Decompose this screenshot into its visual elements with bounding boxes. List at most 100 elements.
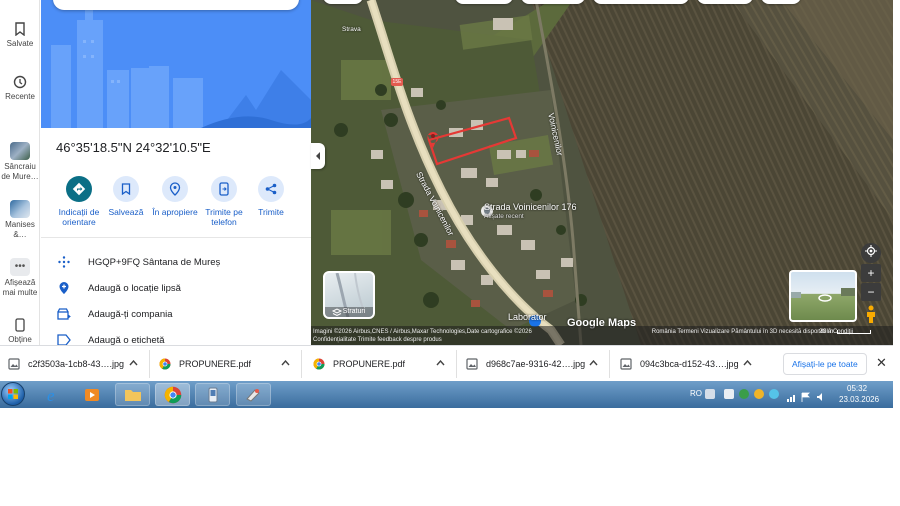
download-item[interactable]: c2f3503a-1cb8-43….jpg (8, 352, 124, 376)
rail-item-get-app[interactable]: Obține (0, 318, 40, 345)
tray-app-icon[interactable] (754, 389, 764, 399)
scale-bar[interactable]: 20 m (819, 328, 872, 335)
search-box[interactable] (53, 0, 299, 10)
taskbar-paint[interactable] (236, 383, 271, 406)
download-item[interactable]: d968c7ae-9316-42….jpg (466, 352, 585, 376)
close-downloads-button[interactable]: ✕ (876, 355, 887, 371)
download-item[interactable]: PROPUNERE.pdf (313, 352, 405, 376)
map-chip[interactable] (521, 0, 585, 4)
action-label: Trimite (258, 207, 284, 217)
download-menu-caret[interactable] (281, 358, 290, 368)
rail-item-label: Recente (5, 92, 35, 101)
add-missing-place-row[interactable]: Adaugă o locație lipsă (57, 281, 181, 295)
chevron-up-icon (589, 359, 598, 366)
left-rail: Salvate Recente Sâncraiu de Mure… Manise… (0, 0, 40, 345)
add-location-icon (59, 282, 69, 294)
action-label: Trimite pe telefon (205, 207, 243, 227)
download-filename: d968c7ae-9316-42….jpg (486, 359, 586, 369)
flag-icon[interactable] (801, 389, 811, 402)
taskbar-file-explorer[interactable] (115, 383, 150, 406)
map-attribution: Imagini ©2026 Airbus,CNES / Airbus,Maxar… (311, 326, 893, 345)
download-filename: 094c3bca-d152-43….jpg (640, 359, 739, 369)
rail-item-recent[interactable]: Recente (0, 75, 40, 102)
network-icon[interactable] (787, 389, 797, 402)
map-chip[interactable] (697, 0, 753, 4)
chrome-pdf-icon (159, 358, 171, 370)
collapse-panel-button[interactable] (311, 143, 325, 169)
clock-time[interactable]: 05:32 (847, 384, 867, 393)
download-item[interactable]: PROPUNERE.pdf (159, 352, 251, 376)
window-edge (893, 0, 900, 408)
rail-item-saved[interactable]: Salvate (0, 22, 40, 49)
clock-date[interactable]: 23.03.2026 (839, 395, 879, 404)
map-small-label: Strava (342, 26, 361, 33)
taskbar-internet-explorer[interactable]: e (35, 383, 70, 406)
tray-app-icon[interactable] (739, 389, 749, 399)
zoom-out-button[interactable]: − (861, 283, 881, 301)
download-menu-caret[interactable] (743, 358, 752, 368)
map-chip[interactable] (593, 0, 689, 4)
keyboard-icon[interactable] (705, 389, 715, 399)
download-menu-caret[interactable] (589, 358, 598, 368)
bookmark-icon (15, 22, 25, 36)
hero-illustration (41, 0, 311, 128)
taskbar-media-player[interactable] (74, 383, 109, 406)
image-file-icon (8, 358, 20, 370)
map-chip[interactable] (761, 0, 801, 4)
taskbar-app[interactable] (195, 383, 230, 406)
divider (41, 237, 311, 238)
media-player-icon (84, 388, 99, 401)
language-indicator[interactable]: RO (690, 389, 702, 398)
rail-item-show-more[interactable]: ••• Afișează mai multe (0, 258, 40, 298)
plus-code-row[interactable]: HGQP+9FQ Sântana de Mureș (57, 255, 220, 269)
my-location-button[interactable] (861, 243, 881, 263)
map-chip[interactable] (323, 0, 363, 4)
download-menu-caret[interactable] (129, 358, 138, 368)
download-menu-caret[interactable] (436, 358, 445, 368)
add-business-text: Adaugă-ți compania (88, 308, 173, 320)
attribution-links[interactable]: Confidențialitate Trimite feedback despr… (313, 336, 893, 344)
rail-item-label: Afișează mai multe (2, 278, 38, 297)
poi-label[interactable]: Laborator (508, 312, 547, 322)
send-to-phone-icon (219, 182, 229, 196)
my-location-icon (865, 245, 877, 257)
internet-explorer-icon: e (47, 386, 55, 404)
add-business-row[interactable]: Adaugă-ți compania (57, 307, 173, 321)
nearby-icon (169, 182, 181, 196)
bookmark-icon (121, 183, 131, 195)
taskbar-chrome[interactable] (155, 383, 190, 406)
show-all-downloads-button[interactable]: Afișați-le pe toate (783, 353, 867, 375)
city-skyline-illustration (41, 0, 311, 128)
nearby-button[interactable]: În apropiere (147, 176, 203, 217)
save-button[interactable]: Salvează (98, 176, 154, 217)
add-label-row[interactable]: Adaugă o etichetă (57, 333, 165, 345)
tray-app-icon[interactable] (724, 389, 734, 399)
zoom-in-button[interactable]: + (861, 264, 881, 282)
road-number-badge: 15E (391, 78, 403, 86)
divider (301, 350, 302, 378)
rail-item-label: Sâncraiu de Mure… (1, 162, 39, 181)
share-button[interactable]: Trimite (243, 176, 299, 217)
rail-item-label: Salvate (6, 39, 34, 48)
image-file-icon (466, 358, 478, 370)
download-item[interactable]: 094c3bca-d152-43….jpg (620, 352, 739, 376)
layers-button[interactable]: Straturi (323, 271, 375, 319)
place-coordinates: 46°35'18.5"N 24°32'10.5"E (56, 140, 211, 155)
download-filename: c2f3503a-1cb8-43….jpg (28, 359, 125, 369)
recent-place-name: Strada Voinicenilor 176 (484, 202, 577, 212)
tray-app-icon[interactable] (769, 389, 779, 399)
recent-place-label[interactable]: Strada Voinicenilor 176 Afișate recent (484, 202, 577, 222)
satellite-map[interactable]: Strava 15E Strada Voinicenilor Voiniceni… (311, 0, 893, 345)
pegman-icon[interactable] (864, 305, 878, 323)
scale-label: 20 m (819, 328, 834, 335)
start-button[interactable] (1, 382, 25, 406)
map-chip[interactable] (455, 0, 513, 4)
windows-logo-icon (8, 389, 18, 399)
street-view-thumbnail[interactable] (789, 270, 857, 322)
rail-item-label: Obține (8, 335, 32, 344)
rail-item-recent-place-1[interactable]: Sâncraiu de Mure… (0, 142, 40, 182)
download-filename: PROPUNERE.pdf (179, 359, 252, 369)
rail-item-recent-place-2[interactable]: Manises &… (0, 200, 40, 240)
volume-icon[interactable] (816, 389, 826, 401)
add-missing-place-text: Adaugă o locație lipsă (88, 282, 181, 294)
